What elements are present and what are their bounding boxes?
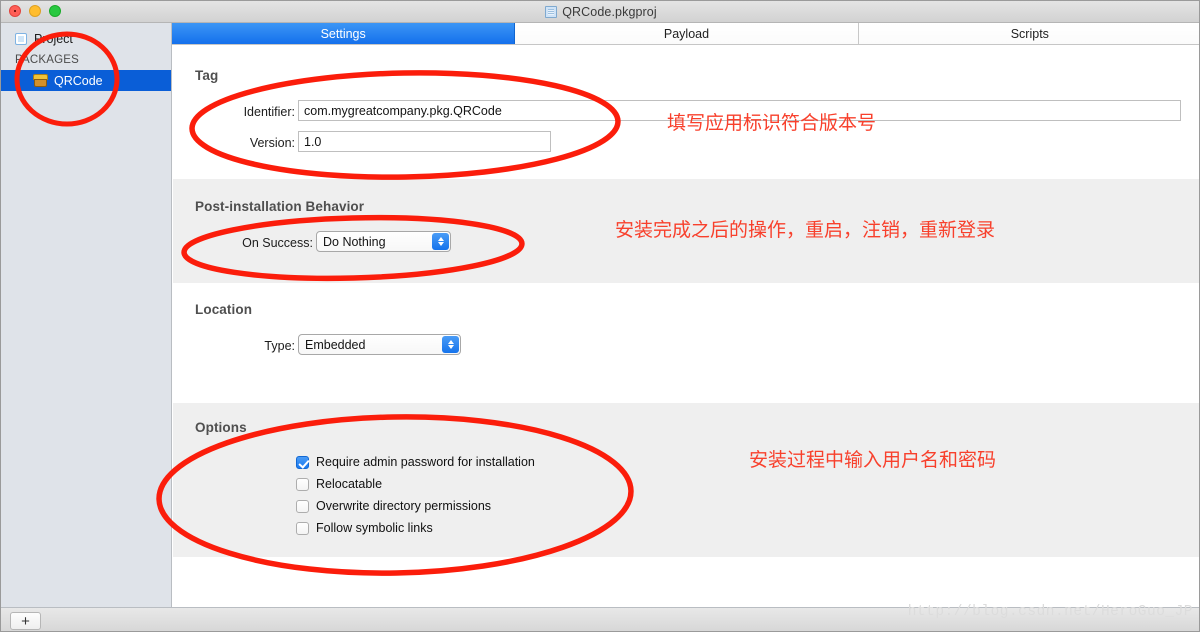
chevron-updown-icon	[432, 233, 449, 250]
project-icon	[15, 32, 27, 45]
version-input[interactable]: 1.0	[298, 131, 551, 152]
on-success-dropdown[interactable]: Do Nothing	[316, 231, 451, 252]
option-row-overwrite-permissions[interactable]: Overwrite directory permissions	[296, 499, 491, 513]
options-section: Options Require admin password for insta…	[173, 403, 1199, 557]
tab-payload[interactable]: Payload	[515, 23, 859, 44]
checkbox-require-admin[interactable]	[296, 455, 309, 469]
window-title: QRCode.pkgproj	[562, 5, 657, 19]
option-label-relocatable: Relocatable	[316, 477, 383, 491]
option-row-relocatable[interactable]: Relocatable	[296, 477, 382, 491]
add-package-button[interactable]: +	[10, 612, 41, 630]
checkbox-relocatable[interactable]	[296, 477, 309, 491]
chevron-updown-icon	[442, 336, 459, 353]
location-type-dropdown[interactable]: Embedded	[298, 334, 461, 355]
on-success-label: On Success:	[242, 236, 313, 250]
annotation-post-install: 安装完成之后的操作，重启，注销，重新登录	[615, 219, 996, 241]
post-installation-title: Post-installation Behavior	[195, 199, 365, 214]
option-row-follow-symlinks[interactable]: Follow symbolic links	[296, 521, 433, 535]
sidebar-item-qrcode-label: QRCode	[54, 73, 103, 88]
type-label: Type:	[264, 339, 295, 353]
option-label-overwrite-permissions: Overwrite directory permissions	[316, 499, 492, 513]
application-window: QRCode.pkgproj Project PACKAGES QRCode S…	[0, 0, 1200, 632]
annotation-tag: 填写应用标识符合版本号	[667, 112, 877, 134]
tab-scripts[interactable]: Scripts	[858, 23, 1199, 44]
location-type-value: Embedded	[305, 337, 366, 352]
on-success-value: Do Nothing	[323, 234, 386, 249]
sidebar: Project PACKAGES QRCode	[1, 23, 172, 607]
options-section-spacer	[173, 557, 1199, 607]
annotation-options: 安装过程中输入用户名和密码	[749, 449, 997, 471]
tab-settings[interactable]: Settings	[172, 23, 516, 44]
sidebar-item-qrcode[interactable]: QRCode	[1, 70, 171, 91]
option-label-require-admin: Require admin password for installation	[316, 455, 535, 469]
window-titlebar: QRCode.pkgproj	[1, 1, 1199, 23]
option-row-require-admin[interactable]: Require admin password for installation	[296, 455, 535, 469]
sidebar-item-project-label: Project	[34, 31, 73, 46]
options-section-title: Options	[195, 420, 247, 435]
location-section: Location Type: Embedded	[173, 283, 1199, 403]
identifier-label: Identifier:	[243, 105, 295, 119]
sidebar-section-packages: PACKAGES	[15, 53, 80, 66]
package-icon	[33, 74, 48, 87]
document-icon	[545, 6, 558, 18]
watermark-text: http://blog.csdn.net/HeroGuo_JP	[907, 604, 1193, 620]
window-title-group: QRCode.pkgproj	[1, 1, 1199, 23]
option-label-follow-symlinks: Follow symbolic links	[316, 521, 433, 535]
checkbox-follow-symlinks[interactable]	[296, 521, 309, 535]
tag-section-title: Tag	[195, 68, 219, 83]
checkbox-overwrite-permissions[interactable]	[296, 499, 309, 513]
location-section-title: Location	[195, 302, 253, 317]
sidebar-item-project[interactable]: Project	[1, 28, 171, 49]
version-label: Version:	[249, 136, 295, 150]
tab-bar: Settings Payload Scripts	[172, 23, 1199, 45]
